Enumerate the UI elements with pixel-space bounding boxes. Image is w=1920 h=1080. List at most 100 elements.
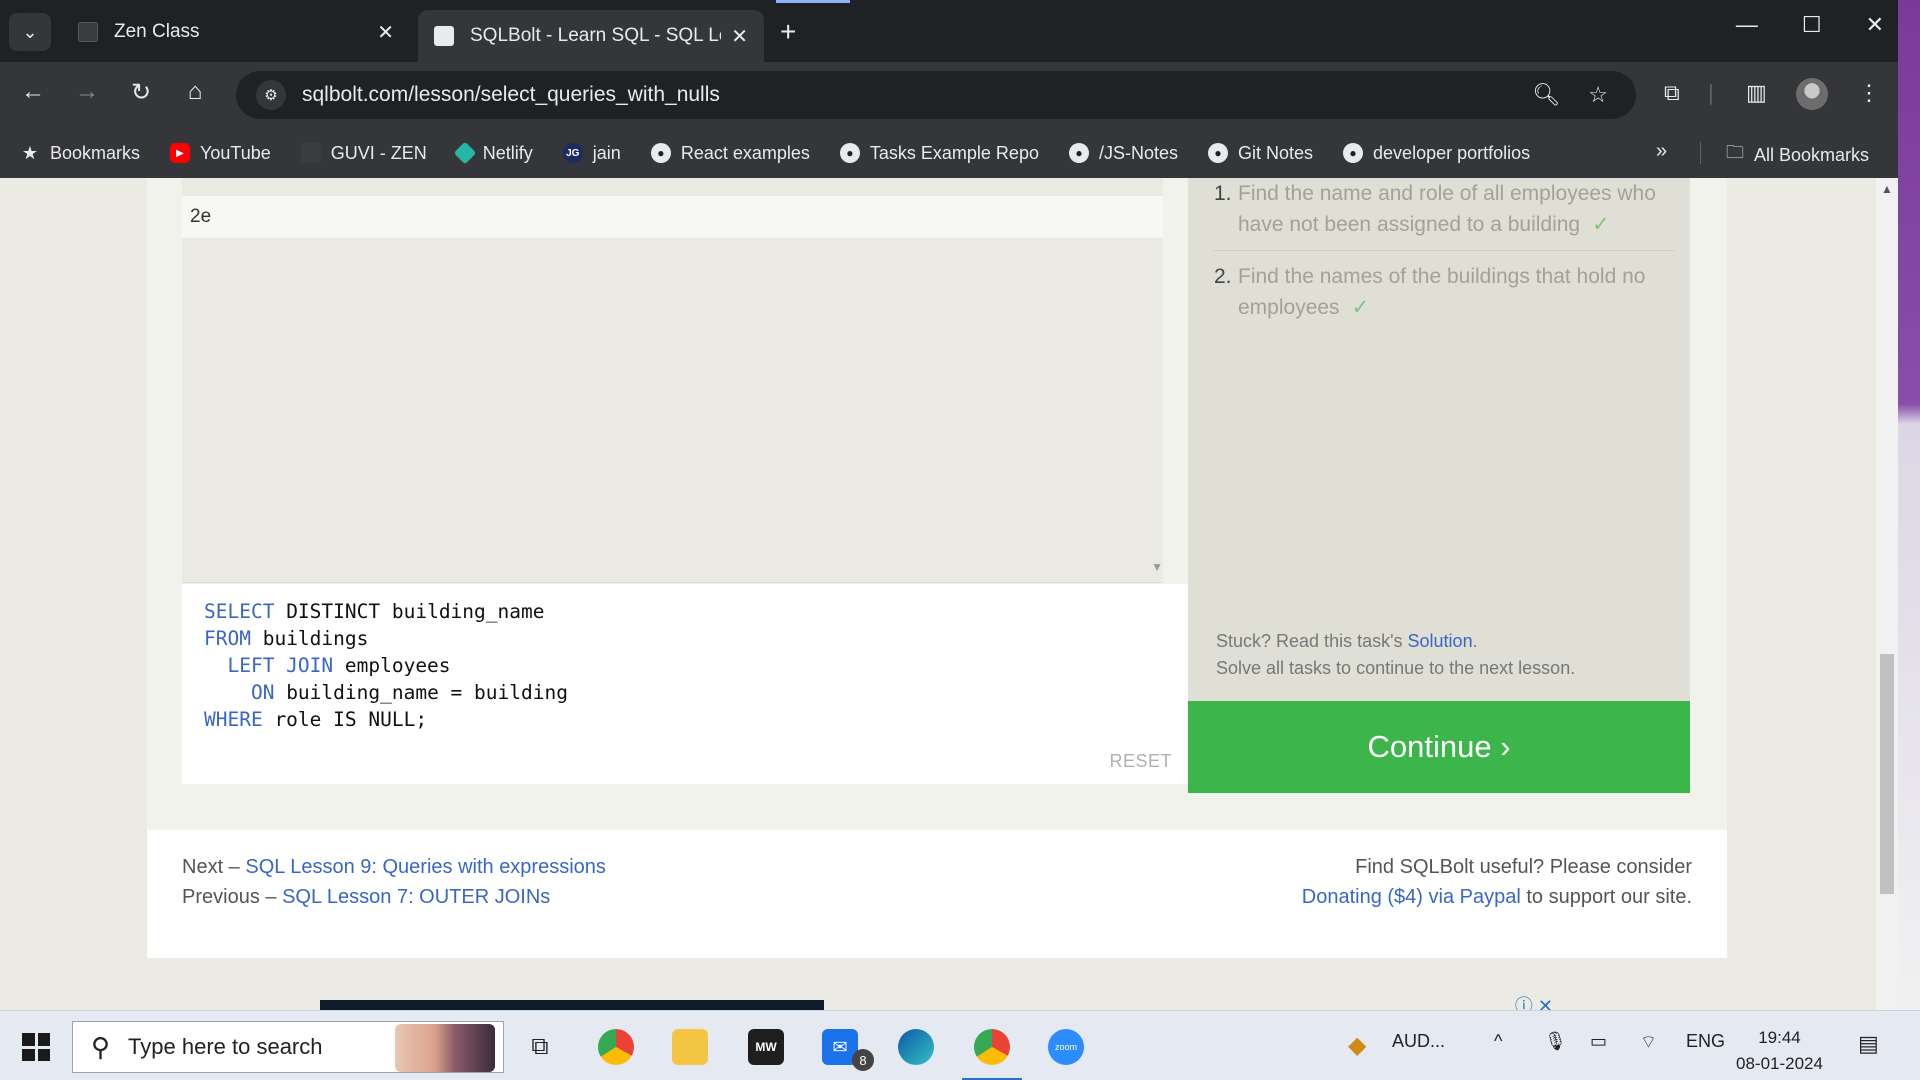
sql-keyword: FROM [204, 627, 251, 650]
github-icon: ● [839, 143, 860, 163]
previous-lesson-link[interactable]: SQL Lesson 7: OUTER JOINs [282, 886, 550, 908]
mw-app-icon[interactable]: MW [748, 1029, 784, 1065]
audio-label[interactable]: AUD... [1392, 1031, 1445, 1052]
bookmark-label: developer portfolios [1373, 142, 1531, 163]
ad-info-icon[interactable]: ⓘ [1515, 996, 1533, 1010]
back-icon[interactable]: ← [16, 78, 50, 106]
bookmark-bookmarks[interactable]: ★ Bookmarks [20, 143, 140, 164]
previous-prefix: Previous – [182, 886, 283, 908]
donate-link[interactable]: Donating ($4) via Paypal [1302, 886, 1521, 908]
bookmark-git-notes[interactable]: ● Git Notes [1208, 143, 1313, 164]
site-info-icon[interactable]: ⚙ [256, 80, 286, 110]
sql-keyword: ON [204, 681, 275, 704]
more-bookmarks-icon[interactable]: » [1656, 140, 1667, 163]
page-scrollbar[interactable]: ▲ [1876, 178, 1898, 1010]
youtube-icon: ▶ [170, 143, 191, 163]
menu-icon[interactable]: ⋮ [1858, 80, 1880, 106]
chrome-icon[interactable] [598, 1029, 634, 1065]
task-view-icon[interactable]: ⧉ [522, 1029, 558, 1065]
side-panel-icon[interactable]: ▥ [1746, 80, 1767, 106]
minimize-icon[interactable]: — [1736, 12, 1758, 38]
wifi-icon[interactable]: ⌔ [1640, 1031, 1657, 1054]
check-icon: ✓ [1351, 296, 1370, 319]
close-icon[interactable]: ✕ [731, 24, 748, 49]
stuck-suffix: . [1472, 631, 1478, 651]
scroll-down-icon[interactable]: ▼ [1151, 560, 1163, 574]
bookmark-label: Netlify [482, 142, 533, 163]
search-placeholder[interactable]: Type here to search [128, 1034, 322, 1060]
bookmark-developer-portfolios[interactable]: ● developer portfolios [1343, 143, 1530, 164]
bookmark-react-examples[interactable]: ● React examples [650, 143, 810, 164]
windows-start-icon[interactable] [22, 1033, 50, 1061]
taskbar-search[interactable]: ⚲ Type here to search [72, 1021, 504, 1073]
language-indicator[interactable]: ENG [1686, 1031, 1725, 1052]
scroll-up-icon[interactable]: ▲ [1881, 182, 1893, 196]
url-text[interactable]: sqlbolt.com/lesson/select_queries_with_n… [302, 83, 1532, 107]
sql-text: role IS NULL; [262, 708, 428, 731]
task-item: 1. Find the name and role of all employe… [1214, 178, 1674, 251]
tab-zen-class[interactable]: Zen Class ✕ [62, 10, 410, 54]
bookmark-label: YouTube [200, 142, 271, 163]
audio-app-icon[interactable]: ◆ [1348, 1031, 1366, 1060]
taskbar-clock[interactable]: 19:44 08-01-2024 [1736, 1025, 1823, 1077]
bookmark-guvi-zen[interactable]: GUVI - ZEN [300, 142, 427, 164]
solution-link[interactable]: Solution [1408, 631, 1473, 651]
folder-icon: 🗀 [1726, 142, 1744, 162]
all-bookmarks-button[interactable]: 🗀 All Bookmarks [1726, 140, 1869, 170]
sql-query-text[interactable]: SELECT DISTINCT building_name FROM build… [204, 598, 568, 733]
reset-button[interactable]: RESET [1109, 751, 1172, 772]
bookmark-jain[interactable]: JG jain [562, 143, 621, 164]
file-explorer-icon[interactable] [672, 1029, 708, 1065]
extensions-icon[interactable]: ⧉ [1664, 80, 1680, 106]
solve-all-text: Solve all tasks to continue to the next … [1216, 658, 1576, 678]
reload-icon[interactable]: ↻ [124, 78, 158, 107]
close-window-icon[interactable]: ✕ [1866, 12, 1884, 38]
result-row: 2e [182, 196, 1163, 238]
lesson-footer: Next – SQL Lesson 9: Queries with expres… [147, 830, 1727, 958]
windows-taskbar: ⚲ Type here to search ⧉ MW ✉ 8 zoom ◆ AU… [0, 1010, 1920, 1080]
bookmark-star-icon[interactable]: ☆ [1588, 82, 1608, 108]
task-item: 2. Find the names of the buildings that … [1214, 261, 1674, 333]
tab-search-button[interactable]: ⌄ [9, 13, 51, 51]
zoom-icon[interactable]: 🔍︎ [1532, 82, 1560, 108]
tasks-panel: 1. Find the name and role of all employe… [1188, 178, 1690, 701]
profile-avatar[interactable] [1796, 78, 1828, 110]
notifications-icon[interactable]: ▤ [1858, 1031, 1879, 1057]
bookmark-label: GUVI - ZEN [330, 142, 427, 163]
close-icon[interactable]: ✕ [377, 20, 394, 45]
search-icon: ⚲ [91, 1031, 111, 1062]
database-icon [434, 26, 454, 46]
ad-controls: ⓘ ✕ [1515, 992, 1553, 1010]
maximize-icon[interactable]: ☐ [1802, 12, 1822, 38]
edge-icon[interactable] [898, 1029, 934, 1065]
zoom-icon[interactable]: zoom [1048, 1029, 1084, 1065]
continue-button[interactable]: Continue › [1188, 701, 1690, 793]
address-bar[interactable]: ⚙ sqlbolt.com/lesson/select_queries_with… [236, 71, 1636, 119]
next-prefix: Next – [182, 856, 246, 878]
tray-expand-icon[interactable]: ^ [1494, 1031, 1502, 1052]
task-number: 2. [1214, 265, 1232, 288]
new-tab-icon[interactable]: + [780, 16, 796, 48]
bookmark-youtube[interactable]: ▶ YouTube [170, 143, 271, 164]
ad-close-icon[interactable]: ✕ [1538, 996, 1553, 1010]
chrome-profile-icon[interactable] [962, 1029, 1022, 1080]
microphone-icon[interactable]: 🎙︎ [1544, 1031, 1567, 1052]
next-lesson-link[interactable]: SQL Lesson 9: Queries with expressions [245, 856, 606, 878]
bookmark-js-notes[interactable]: ● /JS-Notes [1068, 142, 1178, 164]
forward-icon[interactable]: → [70, 78, 104, 106]
github-icon: ● [1343, 143, 1364, 163]
task-list: 1. Find the name and role of all employe… [1214, 178, 1674, 343]
check-icon: ✓ [1592, 213, 1610, 236]
bookmark-netlify[interactable]: Netlify [453, 141, 533, 165]
home-icon[interactable]: ⌂ [178, 78, 212, 106]
bookmark-tasks-example-repo[interactable]: ● Tasks Example Repo [839, 143, 1039, 164]
tab-sqlbolt[interactable]: SQLBolt - Learn SQL - SQL Less ✕ [418, 10, 764, 62]
bookmark-label: /JS-Notes [1098, 142, 1178, 163]
ad-banner[interactable]: ⓘ ✕ [320, 996, 1553, 1010]
sql-editor[interactable]: SELECT DISTINCT building_name FROM build… [182, 584, 1188, 784]
bookmarks-divider [1700, 142, 1701, 164]
zen-class-favicon-icon [78, 22, 98, 42]
meet-now-icon[interactable]: ▭ [1590, 1031, 1607, 1052]
jain-icon: JG [562, 143, 583, 163]
scrollbar-thumb[interactable] [1880, 654, 1894, 894]
